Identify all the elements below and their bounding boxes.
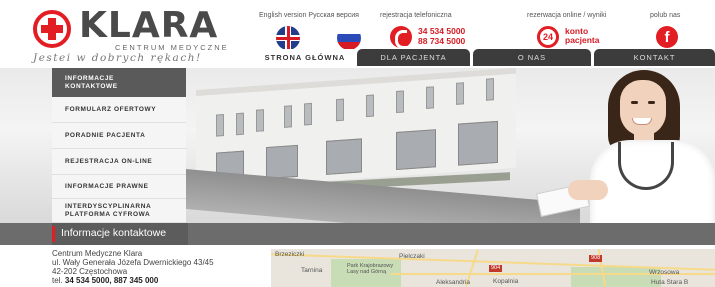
language-label: English version Русская версия xyxy=(259,12,359,19)
facebook-label: polub nas xyxy=(650,12,681,19)
nav-contact[interactable]: KONTAKT xyxy=(594,49,715,66)
tagline: Jestei w dobrych rękach! xyxy=(33,52,202,64)
phone-line: tel. 34 534 5000, 887 345 000 xyxy=(52,276,262,285)
sidebar-item-label: INFORMACJE PRAWNE xyxy=(65,182,149,190)
tel-prefix: tel. xyxy=(52,276,65,285)
sidebar-item-label: PORADNIE PACJENTA xyxy=(65,131,146,139)
reservation-label: rezerwacja online / wyniki xyxy=(527,12,607,19)
phone-icon xyxy=(390,26,412,49)
sidebar-item-label: INFORMACJE KONTAKTOWE xyxy=(65,74,118,90)
phone-registration: rejestracja telefoniczna 34 534 5000 88 … xyxy=(380,12,498,49)
logo-name: KLARA xyxy=(79,5,219,46)
tel-numbers[interactable]: 34 534 5000, 887 345 000 xyxy=(65,276,158,285)
facebook-like: polub nas f xyxy=(650,12,710,48)
road-number-badge: 904 xyxy=(489,265,503,272)
map-label: Huta Stara B xyxy=(651,279,689,286)
phone-number-1[interactable]: 34 534 5000 xyxy=(418,26,465,36)
main-nav: STRONA GŁÓWNA DLA PACJENTA O NAS KONTAKT xyxy=(255,49,715,66)
doctor-photo xyxy=(536,68,715,223)
sidebar-item-online-registration[interactable]: REJESTRACJA ON-LINE xyxy=(52,149,186,175)
clinic-building-image xyxy=(196,68,516,190)
content-title-box: Informacje kontaktowe xyxy=(52,223,188,245)
sidebar-item-offer-form[interactable]: FORMULARZ OFERTOWY xyxy=(52,97,186,123)
phone-number-2[interactable]: 88 734 5000 xyxy=(418,36,465,46)
russia-flag-icon[interactable] xyxy=(337,26,361,50)
content-title-bar: Informacje kontaktowe xyxy=(0,223,715,245)
patient-account-link-line2[interactable]: pacjenta xyxy=(565,36,600,45)
map-label: Kopalnia xyxy=(493,278,519,285)
logo-subtitle: CENTRUM MEDYCZNE xyxy=(115,43,229,52)
map-label: Aleksandria xyxy=(436,279,470,286)
sidebar-item-label: INTERDYSCYPLINARNA PLATFORMA CYFROWA xyxy=(65,202,152,218)
klara-logo[interactable]: KLARA CENTRUM MEDYCZNE xyxy=(33,6,243,52)
road-number-badge: 908 xyxy=(589,255,603,262)
sidebar-item-contact-info[interactable]: INFORMACJE KONTAKTOWE xyxy=(52,68,186,97)
sidebar-item-legal-info[interactable]: INFORMACJE PRAWNE xyxy=(52,175,186,199)
phone-label: rejestracja telefoniczna xyxy=(380,12,452,19)
map-label: Brzeziczki xyxy=(275,251,305,258)
medical-cross-icon xyxy=(33,10,71,48)
address-line: Centrum Medyczne Klara xyxy=(52,249,143,258)
sidebar-menu: INFORMACJE KONTAKTOWE FORMULARZ OFERTOWY… xyxy=(52,68,186,223)
map-label: Wrzosowa xyxy=(649,269,680,276)
nav-about-us[interactable]: O NAS xyxy=(473,49,591,66)
contact-address: Centrum Medyczne Klara ul. Wały Generała… xyxy=(52,249,262,285)
map-label: Pielczaki xyxy=(399,253,425,260)
sidebar-item-label: REJESTRACJA ON-LINE xyxy=(65,157,153,165)
location-map[interactable]: Brzeziczki Pielczaki Park Krajobrazowy L… xyxy=(271,249,715,287)
nav-for-patient[interactable]: DLA PACJENTA xyxy=(357,49,470,66)
facebook-icon[interactable]: f xyxy=(656,26,678,48)
sidebar-item-label: FORMULARZ OFERTOWY xyxy=(65,105,157,113)
map-label: Tarnina xyxy=(301,267,323,274)
online-reservation: rezerwacja online / wyniki 24 konto pacj… xyxy=(527,12,633,48)
sidebar-item-digital-platform[interactable]: INTERDYSCYPLINARNA PLATFORMA CYFROWA xyxy=(52,199,186,223)
24h-icon: 24 xyxy=(537,26,559,48)
content-title: Informacje kontaktowe xyxy=(61,227,167,239)
address-line: 42-202 Częstochowa xyxy=(52,267,128,276)
language-switcher: English version Русская версия xyxy=(259,12,371,50)
sidebar-item-patient-clinics[interactable]: PORADNIE PACJENTA xyxy=(52,123,186,149)
address-line: ul. Wały Generała Józefa Dwernickiego 43… xyxy=(52,258,214,267)
site-header: KLARA CENTRUM MEDYCZNE Jestei w dobrych … xyxy=(0,0,715,68)
map-label: Park Krajobrazowy Lasy nad Górną xyxy=(347,263,394,275)
nav-home[interactable]: STRONA GŁÓWNA xyxy=(255,49,355,66)
uk-flag-icon[interactable] xyxy=(276,26,300,50)
